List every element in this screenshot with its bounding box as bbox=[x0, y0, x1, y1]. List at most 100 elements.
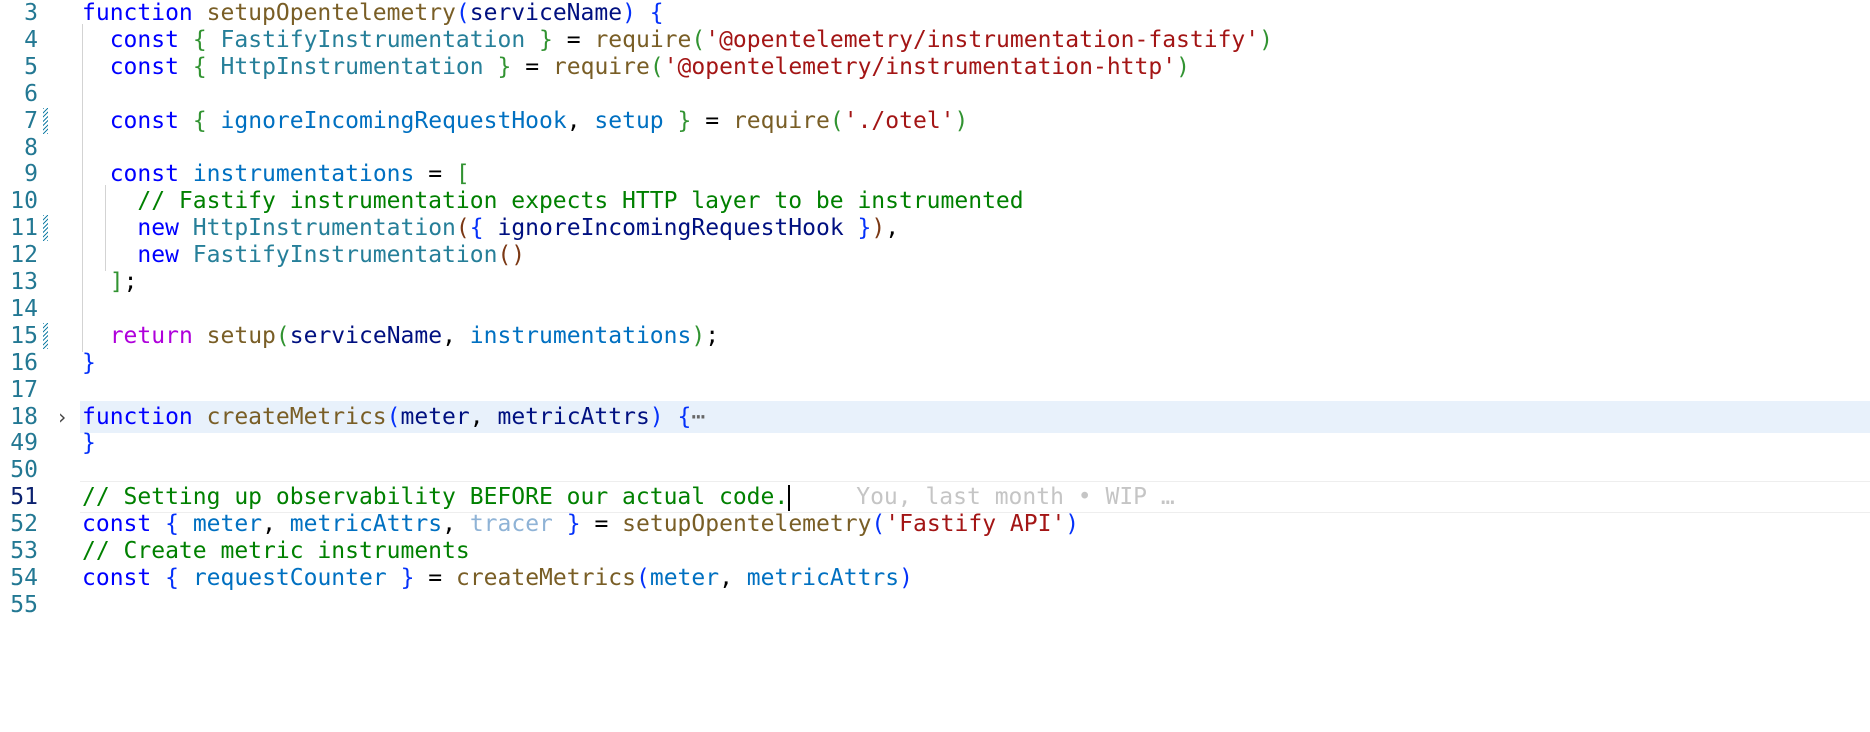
code-token: ( bbox=[635, 564, 650, 591]
code-token: ; bbox=[705, 322, 720, 349]
code-token: new bbox=[137, 242, 179, 269]
modified-line-marker[interactable] bbox=[43, 215, 48, 242]
code-token: metricAttrs bbox=[497, 403, 650, 430]
code-token: metricAttrs bbox=[746, 564, 900, 591]
code-token: // Setting up observability BEFORE our a… bbox=[82, 484, 789, 511]
code-token: setupOpentelemetry bbox=[206, 0, 456, 26]
code-token: { bbox=[165, 511, 179, 538]
code-token: { bbox=[677, 403, 692, 430]
code-token: = bbox=[580, 511, 623, 538]
code-token: setup bbox=[594, 107, 664, 134]
code-token: require bbox=[552, 53, 650, 80]
code-token: ( bbox=[386, 403, 401, 430]
code-token: instrumentations bbox=[192, 161, 415, 188]
code-editor[interactable]: 3 function setupOpentelemetry(serviceName… bbox=[0, 0, 1870, 732]
code-token: ( bbox=[691, 26, 706, 53]
text-cursor bbox=[788, 484, 791, 511]
modified-line-marker[interactable] bbox=[43, 107, 48, 134]
code-token: = bbox=[414, 564, 456, 591]
code-token: ) bbox=[1259, 26, 1273, 53]
code-token: ( bbox=[871, 511, 886, 538]
code-token: { bbox=[192, 26, 207, 53]
code-token: ⋯ bbox=[691, 403, 706, 430]
code-token: = bbox=[691, 107, 733, 134]
code-token: metricAttrs bbox=[289, 511, 443, 538]
code-token: { bbox=[165, 564, 179, 591]
code-token: ) bbox=[871, 215, 886, 242]
code-token: meter bbox=[649, 564, 720, 591]
code-token: { bbox=[192, 53, 207, 80]
code-token: const bbox=[109, 26, 179, 53]
code-token: ( bbox=[829, 107, 844, 134]
code-token: return bbox=[109, 322, 193, 349]
line-number: 55 bbox=[10, 591, 38, 618]
code-token: const bbox=[82, 564, 152, 591]
code-token: ignoreIncomingRequestHook bbox=[220, 107, 567, 134]
code-token: = bbox=[414, 161, 456, 188]
code-token: , bbox=[442, 322, 470, 349]
code-token: () bbox=[497, 242, 526, 269]
code-token: require bbox=[732, 107, 830, 134]
code-token: FastifyInstrumentation bbox=[220, 26, 526, 53]
code-token: const bbox=[109, 107, 179, 134]
code-token: { bbox=[649, 0, 664, 26]
code-token: setupOpentelemetry bbox=[622, 511, 872, 538]
code-token: ) bbox=[622, 0, 636, 26]
code-token: ( bbox=[649, 53, 664, 80]
code-token: ) bbox=[691, 322, 706, 349]
code-token: } bbox=[82, 430, 96, 457]
code-token: new bbox=[137, 215, 179, 242]
code-token: } bbox=[539, 26, 553, 53]
code-token: FastifyInstrumentation bbox=[192, 242, 498, 269]
git-blame-annotation[interactable]: You, last month • WIP … bbox=[856, 484, 1175, 510]
code-token: createMetrics bbox=[455, 564, 636, 591]
code-token: = bbox=[552, 26, 595, 53]
code-token: , bbox=[262, 511, 290, 538]
code-token: '@opentelemetry/instrumentation-fastify' bbox=[705, 26, 1260, 53]
code-token: HttpInstrumentation bbox=[220, 53, 484, 80]
code-token: } bbox=[857, 215, 872, 242]
code-token: } bbox=[566, 511, 581, 538]
modified-line-marker[interactable] bbox=[43, 322, 48, 349]
code-token: ) bbox=[1176, 53, 1190, 80]
code-token: function bbox=[82, 403, 193, 430]
code-line[interactable]: 55 bbox=[0, 589, 1870, 621]
code-token: instrumentations bbox=[469, 322, 692, 349]
code-token: require bbox=[594, 26, 692, 53]
code-token: meter bbox=[400, 403, 470, 430]
code-token: HttpInstrumentation bbox=[192, 215, 456, 242]
code-token: } bbox=[677, 107, 692, 134]
code-token: , bbox=[469, 403, 498, 430]
code-token: ( bbox=[455, 0, 470, 26]
code-token: const bbox=[109, 161, 179, 188]
code-token: = bbox=[511, 53, 553, 80]
code-token: } bbox=[400, 564, 415, 591]
code-token: const bbox=[109, 53, 179, 80]
code-token: [ bbox=[455, 161, 470, 188]
code-token: } bbox=[82, 349, 96, 376]
code-token: , bbox=[885, 215, 900, 242]
